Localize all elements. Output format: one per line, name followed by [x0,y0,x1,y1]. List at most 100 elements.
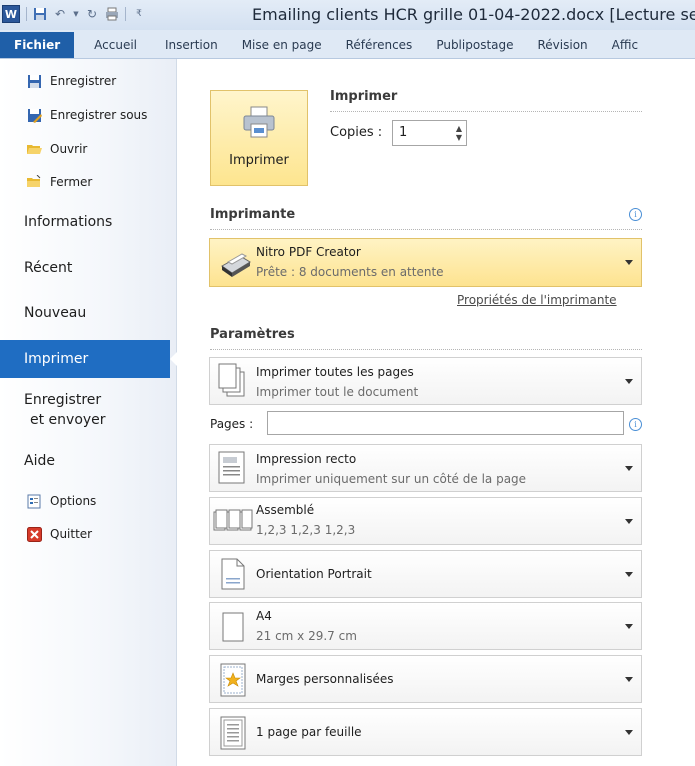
sides-title: Impression recto [256,452,357,466]
undo-dropdown-icon[interactable]: ▼ [73,7,79,21]
save-icon[interactable] [33,7,47,21]
title-bar: W ↶ ▼ ↻ ₹ Emailing clients HCR grille 01… [0,0,695,30]
nav-options-label: Options [50,494,97,508]
nav-close[interactable]: Fermer [26,174,92,190]
tab-references[interactable]: Références [334,32,425,58]
printer-properties-link[interactable]: Propriétés de l'imprimante [457,293,617,307]
window-title: Emailing clients HCR grille 01-04-2022.d… [252,5,695,24]
sides-subtitle: Imprimer uniquement sur un côté de la pa… [256,472,527,486]
spin-down-icon[interactable]: ▼ [456,133,462,142]
print-button[interactable]: Imprimer [210,90,308,186]
open-folder-icon [26,141,42,157]
collate-subtitle: 1,2,3 1,2,3 1,2,3 [256,523,356,537]
chevron-down-icon [625,466,633,471]
qat-separator [125,7,126,21]
customize-qat-icon[interactable]: ₹ [132,7,146,21]
backstage-nav: Enregistrer Enregistrer sous Ouvrir Ferm… [0,59,178,766]
chevron-down-icon [625,677,633,682]
custom-margins-icon [220,663,246,697]
paper-size-icon [222,612,244,642]
quick-access-toolbar: W ↶ ▼ ↻ ₹ [2,5,146,23]
nav-new[interactable]: Nouveau [0,294,176,332]
printer-icon [243,106,275,138]
nav-quit[interactable]: Quitter [26,526,92,542]
tab-insert[interactable]: Insertion [153,32,230,58]
nav-help[interactable]: Aide [0,442,176,480]
spin-buttons[interactable]: ▲ ▼ [456,124,462,142]
nav-save-label: Enregistrer [50,74,117,88]
chevron-down-icon [625,572,633,577]
divider [210,229,642,230]
redo-icon[interactable]: ↻ [85,7,99,21]
nav-quit-label: Quitter [50,527,93,541]
nav-open[interactable]: Ouvrir [26,141,87,157]
pages-per-sheet-title: 1 page par feuille [256,725,362,739]
copies-value: 1 [399,125,408,140]
portrait-page-icon [221,558,245,590]
divider [330,111,642,112]
tab-file[interactable]: Fichier [0,32,75,58]
word-logo-icon[interactable]: W [2,5,20,23]
print-range-dropdown[interactable]: Imprimer toutes les pages Imprimer tout … [209,357,642,405]
nav-save-as[interactable]: Enregistrer sous [26,107,147,123]
margins-dropdown[interactable]: Marges personnalisées [209,655,642,703]
printer-heading: Imprimante [210,207,296,222]
pages-input[interactable] [267,411,624,435]
chevron-down-icon [625,379,633,384]
quit-icon [26,526,42,542]
sides-dropdown[interactable]: Impression recto Imprimer uniquement sur… [209,444,642,492]
settings-heading: Paramètres [210,327,295,342]
tab-page-layout[interactable]: Mise en page [230,32,334,58]
paper-size-dropdown[interactable]: A4 21 cm x 29.7 cm [209,602,642,650]
pages-info-icon[interactable]: i [629,418,642,431]
ribbon-tabs: Fichier Accueil Insertion Mise en page R… [0,30,695,59]
collate-title: Assemblé [256,503,315,517]
copies-label: Copies : [330,125,383,140]
printer-dropdown[interactable]: Nitro PDF Creator Prête : 8 documents en… [209,238,642,287]
nav-print[interactable]: Imprimer [0,340,178,378]
printer-name: Nitro PDF Creator [256,245,361,259]
chevron-down-icon [625,260,633,265]
printer-device-icon [221,253,251,277]
divider [210,349,642,350]
orientation-title: Orientation Portrait [256,567,372,581]
nav-options[interactable]: Options [26,493,96,509]
save-icon [26,73,42,89]
collate-dropdown[interactable]: Assemblé 1,2,3 1,2,3 1,2,3 [209,497,642,545]
nav-close-label: Fermer [50,175,93,189]
spin-up-icon[interactable]: ▲ [456,124,462,133]
nav-info[interactable]: Informations [0,203,176,241]
print-range-title: Imprimer toutes les pages [256,365,414,379]
tab-view[interactable]: Affic [600,32,650,58]
chevron-down-icon [625,730,633,735]
paper-size-subtitle: 21 cm x 29.7 cm [256,629,357,643]
orientation-dropdown[interactable]: Orientation Portrait [209,550,642,598]
tab-mailings[interactable]: Publipostage [424,32,525,58]
print-range-subtitle: Imprimer tout le document [256,385,419,399]
nav-save-and-send[interactable]: Enregistrer et envoyer [24,390,174,430]
printer-status: Prête : 8 documents en attente [256,265,444,279]
copies-stepper[interactable]: 1 ▲ ▼ [392,120,467,146]
nav-save[interactable]: Enregistrer [26,73,116,89]
pages-per-sheet-dropdown[interactable]: 1 page par feuille [209,708,642,756]
quick-print-icon[interactable] [105,7,119,21]
nav-save-and-send-line2: et envoyer [30,412,106,428]
printer-info-icon[interactable]: i [629,208,642,221]
single-sided-icon [218,451,245,484]
nav-open-label: Ouvrir [50,142,88,156]
collated-icon [213,509,253,531]
print-panel: Imprimer Imprimer Copies : 1 ▲ ▼ Imprima… [177,59,695,766]
print-button-label: Imprimer [229,153,289,168]
nav-recent[interactable]: Récent [0,249,176,287]
options-icon [26,493,42,509]
chevron-down-icon [625,624,633,629]
pages-label: Pages : [210,417,254,431]
undo-icon[interactable]: ↶ [53,7,67,21]
tab-home[interactable]: Accueil [74,32,153,58]
pages-stack-icon [218,363,245,397]
paper-size-title: A4 [256,609,272,623]
save-as-icon [26,107,42,123]
close-folder-icon [26,174,42,190]
tab-review[interactable]: Révision [526,32,600,58]
nav-save-and-send-line1: Enregistrer [24,392,102,408]
